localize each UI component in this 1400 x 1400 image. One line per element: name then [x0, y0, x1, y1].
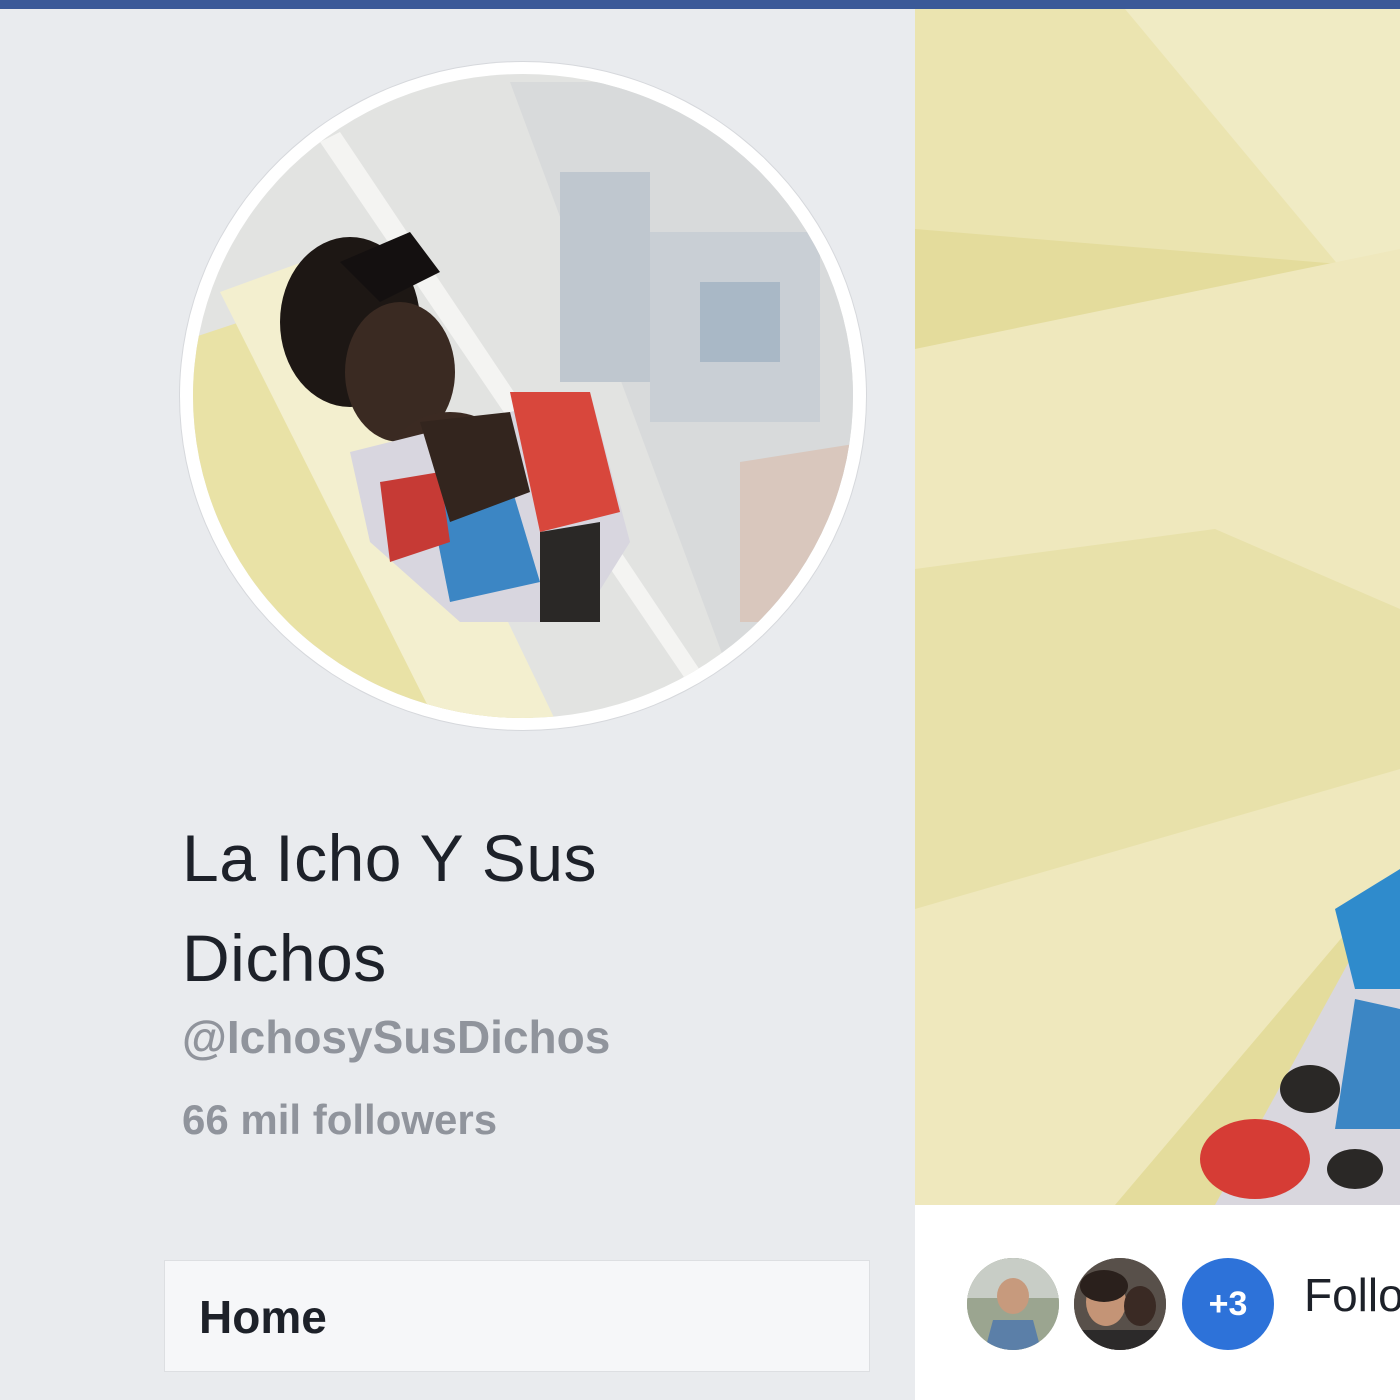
- more-friends-badge[interactable]: +3: [1182, 1258, 1274, 1350]
- nav-item-home[interactable]: Home: [199, 1261, 327, 1373]
- cover-photo-icon: [915, 9, 1400, 1205]
- profile-photo-icon: [193, 74, 853, 718]
- page-title: La Icho Y Sus Dichos: [182, 808, 882, 1008]
- follow-text: Follo: [1304, 1269, 1400, 1321]
- page-root: La Icho Y Sus Dichos @IchosySusDichos 66…: [0, 0, 1400, 1400]
- page-nav: Home: [164, 1260, 870, 1372]
- friend-photo-icon: [967, 1258, 1059, 1350]
- follower-count: 66 mil followers: [182, 1096, 498, 1143]
- page-title-line-1: La Icho Y Sus: [182, 821, 598, 895]
- top-bar: [0, 0, 1400, 9]
- friend-avatar[interactable]: [967, 1258, 1059, 1350]
- page-username[interactable]: @IchosySusDichos: [182, 1010, 610, 1064]
- friend-avatar[interactable]: [1074, 1258, 1166, 1350]
- cover-photo[interactable]: [915, 9, 1400, 1205]
- page-title-line-2: Dichos: [182, 921, 387, 995]
- friend-photo-icon: [1074, 1258, 1166, 1350]
- profile-picture[interactable]: [180, 62, 866, 730]
